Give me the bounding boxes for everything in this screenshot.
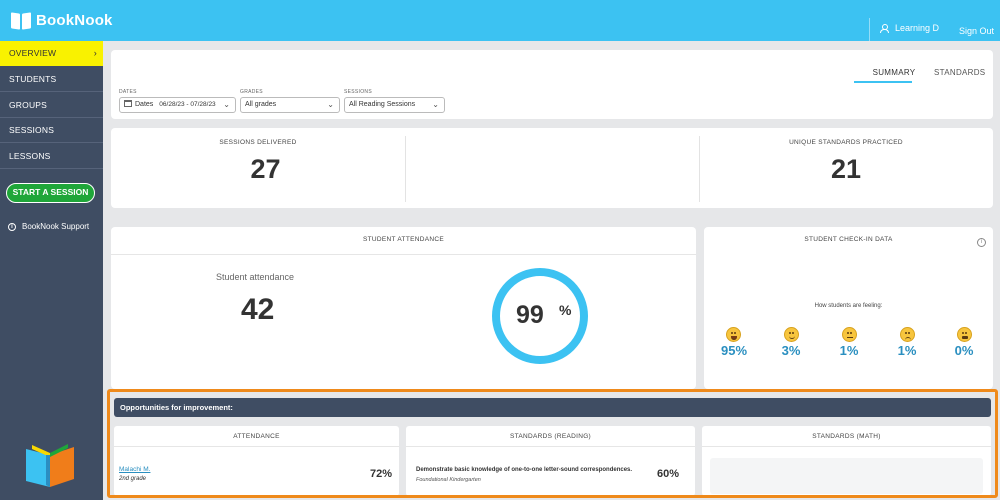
grades-filter-select[interactable]: All grades ⌄ [240, 97, 340, 113]
sidebar-item-label: SESSIONS [9, 125, 55, 135]
sessions-delivered-label: SESSIONS DELIVERED [219, 139, 297, 146]
sidebar-item-overview[interactable]: OVERVIEW › [0, 41, 103, 66]
attendance-percent: 99 [516, 301, 544, 329]
student-checkin-title: STUDENT CHECK-IN DATA [804, 236, 893, 243]
sidebar: OVERVIEW › STUDENTS GROUPS SESSIONS LESS… [0, 41, 103, 500]
sidebar-item-lessons[interactable]: LESSONS [0, 144, 103, 169]
highlight-box [107, 389, 998, 498]
chevron-right-icon: › [93, 48, 97, 58]
student-attendance-count: 42 [241, 293, 275, 326]
mood-percent: 1% [897, 343, 917, 358]
sidebar-item-label: GROUPS [9, 100, 48, 110]
sessions-filter-label: SESSIONS [344, 89, 372, 95]
start-session-button[interactable]: START A SESSION [6, 183, 95, 203]
user-menu-button[interactable]: Learning D [880, 23, 939, 33]
feeling-label: How students are feeling: [814, 303, 883, 309]
dates-filter-label: DATES [119, 89, 137, 95]
calendar-icon [124, 100, 132, 107]
app-name: BookNook [36, 12, 113, 29]
student-attendance-card: STUDENT ATTENDANCE Student attendance 42… [111, 227, 696, 389]
upset-face-icon [957, 327, 972, 342]
booknook-logo[interactable]: BookNook [11, 11, 113, 30]
info-icon[interactable]: i [977, 238, 986, 247]
mood-percent: 95% [720, 343, 748, 358]
sessions-value: All Reading Sessions [349, 101, 416, 108]
info-icon: i [8, 222, 16, 231]
sidebar-item-groups[interactable]: GROUPS [0, 93, 103, 118]
sidebar-item-label: STUDENTS [9, 74, 57, 84]
very-happy-face-icon [726, 327, 741, 342]
grades-value: All grades [245, 101, 277, 108]
dates-filter-select[interactable]: Dates 06/28/23 - 07/28/23 ⌄ [119, 97, 236, 113]
sidebar-item-students[interactable]: STUDENTS [0, 67, 103, 92]
mood-percent: 0% [954, 343, 974, 358]
sign-out-link[interactable]: Sign Out [959, 26, 994, 36]
unique-standards-label: UNIQUE STANDARDS PRACTICED [789, 139, 903, 146]
support-label: BookNook Support [22, 222, 90, 231]
unique-standards-value: 21 [830, 154, 862, 184]
chevron-down-icon: ⌄ [432, 100, 439, 109]
sessions-filter-select[interactable]: All Reading Sessions ⌄ [344, 97, 445, 113]
sessions-delivered-value: 27 [250, 154, 281, 184]
user-icon [880, 23, 889, 33]
support-link[interactable]: i BookNook Support [8, 222, 89, 231]
student-attendance-title: STUDENT ATTENDANCE [111, 227, 696, 255]
sidebar-item-label: LESSONS [9, 151, 51, 161]
tab-standards[interactable]: STANDARDS [934, 68, 985, 77]
filters-panel: SUMMARY STANDARDS DATES Dates 06/28/23 - … [111, 50, 993, 119]
worried-face-icon [900, 327, 915, 342]
top-bar: BookNook Learning D Sign Out [0, 0, 1000, 41]
header-divider [869, 18, 870, 41]
chevron-down-icon: ⌄ [223, 100, 230, 109]
sidebar-item-label: OVERVIEW [9, 48, 57, 58]
sidebar-item-sessions[interactable]: SESSIONS [0, 118, 103, 143]
active-tab-underline [854, 81, 912, 83]
user-label: Learning D [895, 23, 940, 33]
stats-panel: SESSIONS DELIVERED 27 UNIQUE STANDARDS P… [111, 128, 993, 208]
tab-summary[interactable]: SUMMARY [864, 68, 924, 77]
student-attendance-label: Student attendance [216, 272, 295, 282]
mood-percent: 1% [839, 343, 859, 358]
neutral-face-icon [842, 327, 857, 342]
book-logo-icon [11, 11, 31, 30]
booknook-book-icon [26, 444, 74, 487]
student-checkin-card: STUDENT CHECK-IN DATA i How students are… [704, 227, 993, 389]
mood-percent: 3% [781, 343, 801, 358]
chevron-down-icon: ⌄ [327, 100, 334, 109]
smiling-face-icon [784, 327, 799, 342]
date-range-value: 06/28/23 - 07/28/23 [159, 101, 216, 108]
percent-symbol: % [559, 302, 572, 318]
dates-prefix: Dates [135, 101, 154, 108]
grades-filter-label: GRADES [240, 89, 263, 95]
stats-divider [405, 136, 406, 202]
